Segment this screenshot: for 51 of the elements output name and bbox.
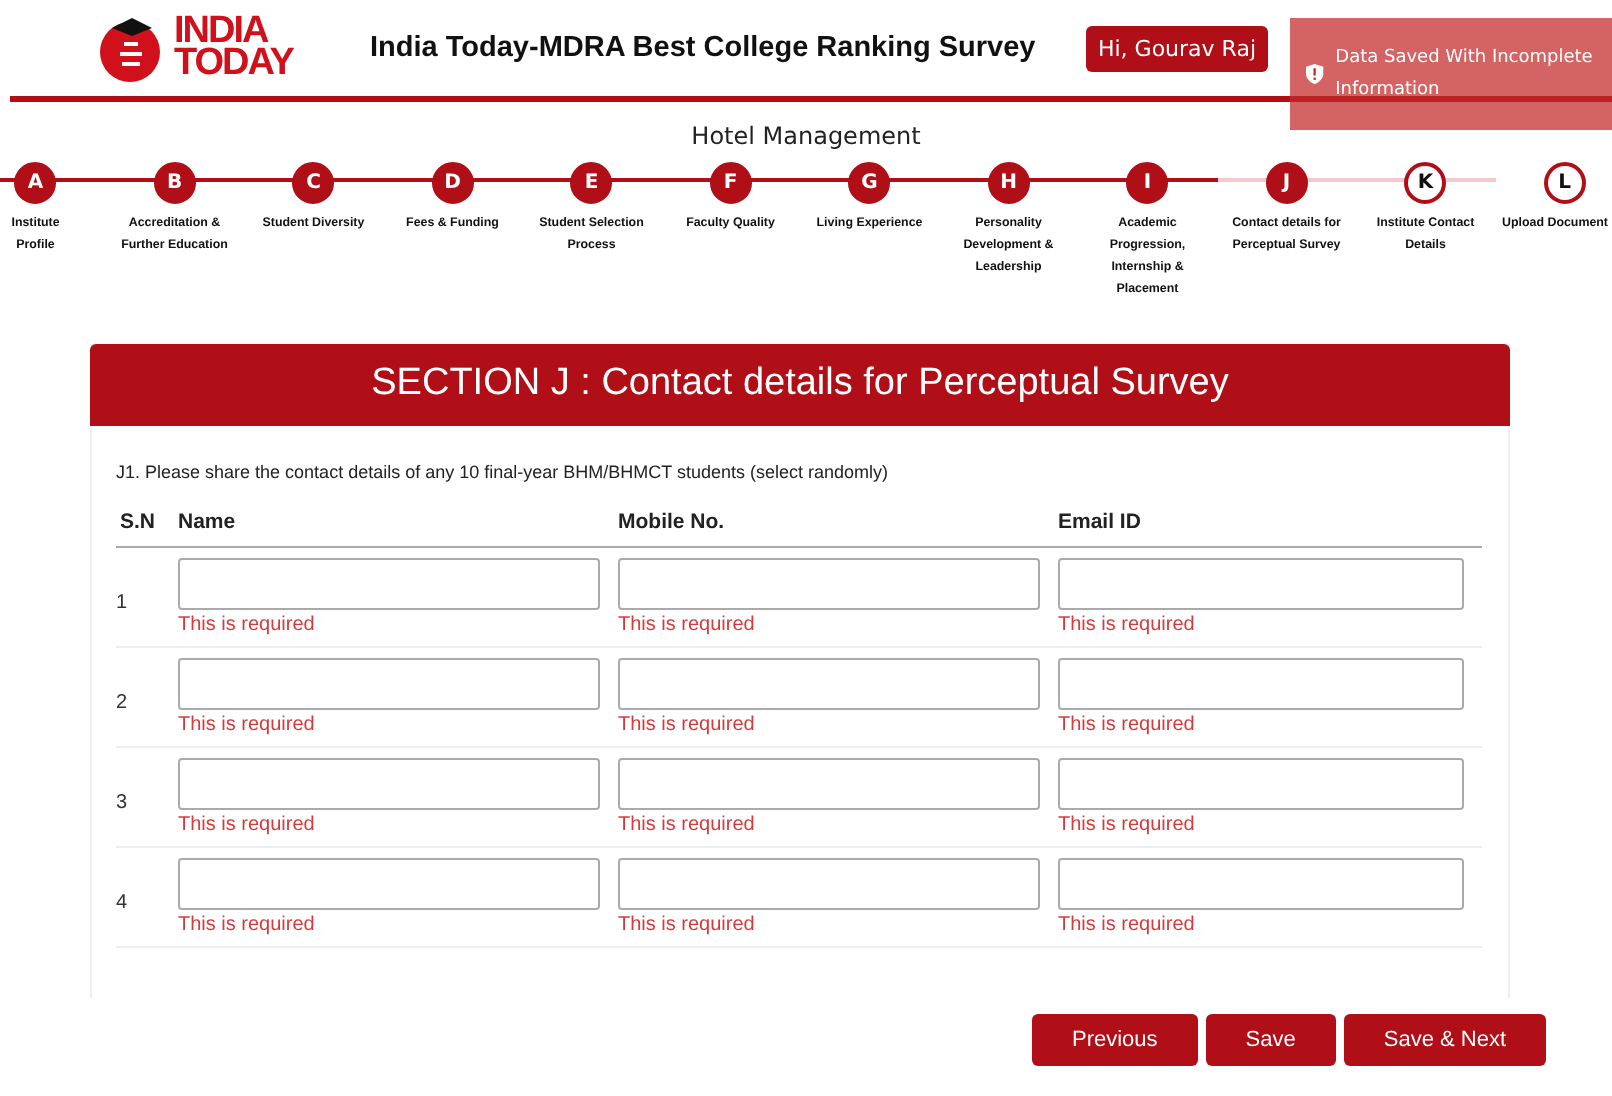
question-text: J1. Please share the contact details of any 10 final-year BHM/BHMCT students (select randomly) — [116, 462, 891, 482]
input-field[interactable] — [618, 758, 1040, 810]
input-field[interactable] — [1058, 558, 1464, 610]
step-marker[interactable]: G — [848, 162, 891, 204]
section-header: SECTION J : Contact details for Perceptual Survey — [90, 344, 1510, 426]
step-marker[interactable]: D — [431, 162, 474, 204]
step-marker[interactable]: L — [1543, 162, 1586, 204]
error-text: This is required — [618, 614, 757, 636]
input-field[interactable] — [1058, 658, 1464, 710]
step-marker[interactable]: H — [987, 162, 1030, 204]
error-text: This is required — [178, 914, 317, 936]
error-text: This is required — [1058, 714, 1197, 736]
user-button[interactable]: Hi, Gourav Raj — [1085, 25, 1268, 71]
step-marker[interactable]: A — [14, 162, 57, 204]
error-text: This is required — [178, 814, 317, 836]
input-field[interactable] — [178, 758, 600, 810]
input-field[interactable] — [1058, 858, 1464, 910]
input-field[interactable] — [1058, 758, 1464, 810]
error-text: This is required — [1058, 914, 1197, 936]
step-marker[interactable]: B — [153, 162, 196, 204]
column-header: Mobile No. — [618, 510, 1058, 548]
error-text: This is required — [178, 614, 317, 636]
step-marker[interactable]: E — [570, 162, 613, 204]
step-marker[interactable]: F — [709, 162, 752, 204]
discipline-title: Hotel Management — [689, 122, 923, 150]
input-field[interactable] — [618, 658, 1040, 710]
input-field[interactable] — [178, 858, 600, 910]
error-text: This is required — [1058, 814, 1197, 836]
nav-button[interactable]: Previous — [1032, 1014, 1198, 1066]
nav-button[interactable]: Save — [1205, 1014, 1336, 1066]
toast-message: Data Saved With Incomplete Information — [1335, 46, 1595, 104]
column-header: Name — [178, 510, 618, 548]
input-field[interactable] — [178, 658, 600, 710]
step-marker[interactable]: K — [1404, 162, 1447, 204]
nav-button[interactable]: Save & Next — [1343, 1014, 1547, 1066]
input-field[interactable] — [618, 858, 1040, 910]
column-header: S.N — [116, 510, 178, 548]
input-field[interactable] — [618, 558, 1040, 610]
error-text: This is required — [1058, 614, 1197, 636]
error-text: This is required — [618, 814, 757, 836]
step-marker[interactable]: I — [1126, 162, 1169, 204]
step-marker[interactable]: C — [292, 162, 335, 204]
step-marker[interactable]: J — [1265, 162, 1308, 204]
survey-title: India Today-MDRA Best College Ranking Survey — [370, 32, 1038, 64]
input-field[interactable] — [178, 558, 600, 610]
error-text: This is required — [618, 714, 757, 736]
logo-text: INDIA TODAY — [174, 16, 293, 80]
column-header: Email ID — [1058, 510, 1482, 548]
shield-icon — [1306, 60, 1324, 88]
error-text: This is required — [178, 714, 317, 736]
error-text: This is required — [618, 914, 757, 936]
